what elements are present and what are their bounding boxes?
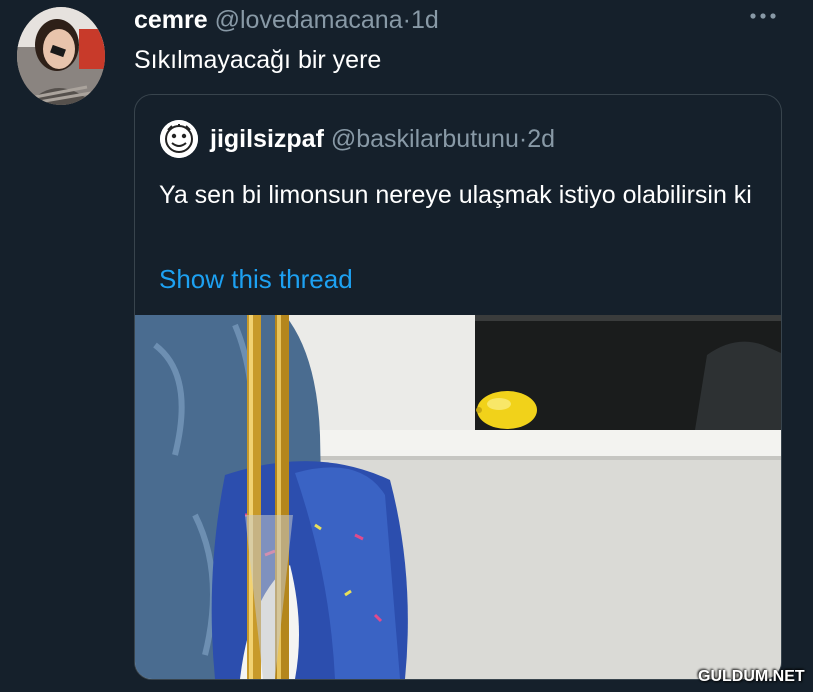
user-avatar-image [17,7,105,105]
user-avatar[interactable] [17,7,105,105]
tweet-page: cemre @lovedamacana·1d Sıkılmayacağı bir… [0,0,813,692]
quoted-tweet-text: Ya sen bi limonsun nereye ulaşmak istiyo… [159,181,752,209]
user-handle[interactable]: @lovedamacana [215,6,403,34]
quoted-user-handle[interactable]: @baskilarbutunu [331,125,519,153]
quoted-user-avatar-image [160,120,198,158]
quoted-tweet-header: jigilsizpaf @baskilarbutunu·2d [210,124,555,154]
quoted-timestamp[interactable]: 2d [527,125,555,153]
quoted-tweet-card[interactable]: jigilsizpaf @baskilarbutunu·2d Ya sen bi… [134,94,782,680]
separator: · [402,6,411,34]
quoted-user-avatar[interactable] [160,120,198,158]
tweet-photo-image [135,315,781,679]
quoted-display-name[interactable]: jigilsizpaf [210,125,324,153]
timestamp[interactable]: 1d [411,6,439,34]
display-name[interactable]: cemre [134,6,208,34]
more-horizontal-icon[interactable] [747,4,779,28]
tweet-text: Sıkılmayacağı bir yere [134,46,382,74]
tweet-photo[interactable] [135,315,781,679]
quoted-separator: · [518,125,528,153]
watermark: GULDUM.NET [698,668,805,685]
tweet-header: cemre @lovedamacana·1d [134,5,439,35]
show-thread-link[interactable]: Show this thread [159,261,353,297]
